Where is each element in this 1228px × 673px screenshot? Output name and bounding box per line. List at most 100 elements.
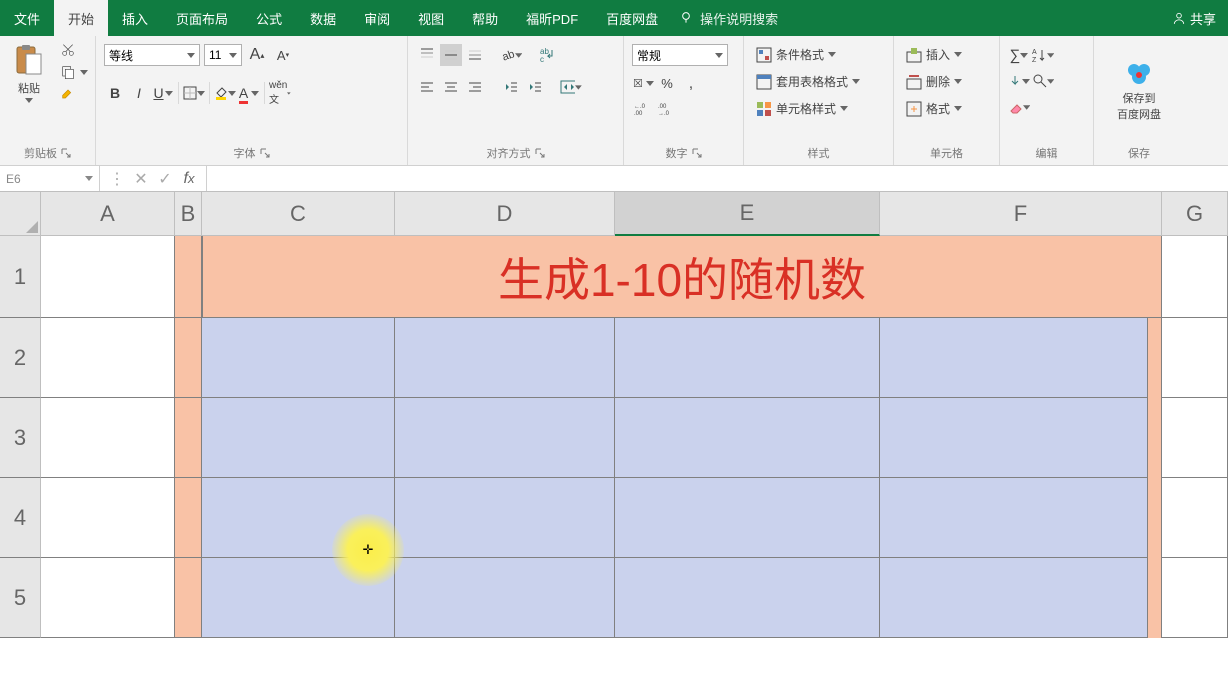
cell-A2[interactable] (41, 318, 175, 398)
cell-A3[interactable] (41, 398, 175, 478)
font-size-combo[interactable]: 11 (204, 44, 242, 66)
cell-B1[interactable] (175, 236, 202, 318)
menu-help[interactable]: 帮助 (458, 0, 512, 36)
borders-button[interactable] (183, 82, 205, 104)
underline-button[interactable]: U (152, 82, 174, 104)
cell-D2[interactable] (395, 318, 615, 398)
table-format-button[interactable]: 套用表格格式 (752, 71, 864, 92)
cell-A4[interactable] (41, 478, 175, 558)
cell-D5[interactable] (395, 558, 615, 638)
cell-E4[interactable] (615, 478, 880, 558)
select-all-button[interactable] (0, 192, 41, 236)
menu-data[interactable]: 数据 (296, 0, 350, 36)
cell-E5[interactable] (615, 558, 880, 638)
indent-increase-button[interactable] (524, 76, 546, 98)
align-right-button[interactable] (464, 76, 486, 98)
insert-cells-button[interactable]: 插入 (902, 44, 966, 65)
cell-G5[interactable] (1162, 558, 1228, 638)
col-header-D[interactable]: D (395, 192, 615, 236)
decrease-decimal-button[interactable]: .00→.0 (656, 98, 678, 120)
italic-button[interactable]: I (128, 82, 150, 104)
align-top-button[interactable] (416, 44, 438, 66)
menu-pagelayout[interactable]: 页面布局 (162, 0, 242, 36)
menu-formulas[interactable]: 公式 (242, 0, 296, 36)
cell-C2[interactable] (202, 318, 395, 398)
number-format-combo[interactable]: 常规 (632, 44, 728, 66)
sort-filter-button[interactable]: AZ (1032, 44, 1054, 66)
title-cell[interactable]: 生成1-10的随机数 (202, 236, 1162, 318)
conditional-format-button[interactable]: 条件格式 (752, 44, 840, 65)
menu-view[interactable]: 视图 (404, 0, 458, 36)
row-header-1[interactable]: 1 (0, 236, 41, 318)
menu-insert[interactable]: 插入 (108, 0, 162, 36)
cell-B3[interactable] (175, 398, 202, 478)
menu-file[interactable]: 文件 (0, 0, 54, 36)
wrap-text-button[interactable]: abc (536, 44, 558, 66)
col-header-A[interactable]: A (41, 192, 175, 236)
cell-G1[interactable] (1162, 236, 1228, 318)
cell-G3[interactable] (1162, 398, 1228, 478)
formula-input[interactable] (207, 166, 1228, 191)
comma-button[interactable]: , (680, 72, 702, 94)
align-left-button[interactable] (416, 76, 438, 98)
accept-formula-button[interactable]: ✓ (154, 169, 176, 189)
dialog-launcher-icon[interactable] (61, 148, 71, 158)
format-cells-button[interactable]: 格式 (902, 98, 966, 119)
menu-foxit[interactable]: 福昕PDF (512, 0, 592, 36)
copy-button[interactable] (56, 62, 92, 82)
cell-B2[interactable] (175, 318, 202, 398)
cell-style-button[interactable]: 单元格样式 (752, 98, 852, 119)
row-header-3[interactable]: 3 (0, 398, 41, 478)
increase-decimal-button[interactable]: ←.0.00 (632, 98, 654, 120)
cell-C3[interactable] (202, 398, 395, 478)
bold-button[interactable]: B (104, 82, 126, 104)
percent-button[interactable]: % (656, 72, 678, 94)
fill-color-button[interactable] (214, 82, 236, 104)
menu-review[interactable]: 审阅 (350, 0, 404, 36)
row-header-4[interactable]: 4 (0, 478, 41, 558)
share-button[interactable]: 共享 (1160, 9, 1228, 28)
cell-F5[interactable] (880, 558, 1162, 638)
menu-home[interactable]: 开始 (54, 0, 108, 36)
col-header-C[interactable]: C (202, 192, 395, 236)
paste-button[interactable]: 粘贴 (8, 40, 50, 107)
dialog-launcher-icon[interactable] (535, 148, 545, 158)
autosum-button[interactable]: ∑ (1008, 44, 1030, 66)
cell-E3[interactable] (615, 398, 880, 478)
fill-button[interactable] (1008, 70, 1030, 92)
cell-A1[interactable] (41, 236, 175, 318)
cell-F3[interactable] (880, 398, 1162, 478)
merge-center-button[interactable] (560, 76, 582, 98)
cell-F2[interactable] (880, 318, 1162, 398)
cut-button[interactable] (56, 40, 92, 60)
save-to-baidu-button[interactable]: 保存到 百度网盘 (1111, 56, 1167, 126)
dialog-launcher-icon[interactable] (260, 148, 270, 158)
row-header-5[interactable]: 5 (0, 558, 41, 638)
search-help-input[interactable]: 操作说明搜索 (700, 9, 778, 28)
col-header-F[interactable]: F (880, 192, 1162, 236)
fx-button[interactable]: fx (178, 169, 200, 189)
accounting-format-button[interactable]: ☒ (632, 72, 654, 94)
dialog-launcher-icon[interactable] (692, 148, 702, 158)
cell-B4[interactable] (175, 478, 202, 558)
decrease-font-button[interactable]: A▾ (272, 44, 294, 66)
cell-E2[interactable] (615, 318, 880, 398)
name-box[interactable]: E6 (0, 166, 100, 191)
col-header-E[interactable]: E (615, 192, 880, 236)
align-middle-button[interactable] (440, 44, 462, 66)
row-header-2[interactable]: 2 (0, 318, 41, 398)
cell-D3[interactable] (395, 398, 615, 478)
cancel-formula-button[interactable]: ✕ (130, 169, 152, 189)
phonetic-button[interactable]: wěn文 (269, 82, 291, 104)
col-header-G[interactable]: G (1162, 192, 1228, 236)
cell-D4[interactable] (395, 478, 615, 558)
delete-cells-button[interactable]: 删除 (902, 71, 966, 92)
orientation-button[interactable]: ab (500, 44, 522, 66)
increase-font-button[interactable]: A▴ (246, 44, 268, 66)
indent-decrease-button[interactable] (500, 76, 522, 98)
cell-F4[interactable] (880, 478, 1162, 558)
format-painter-button[interactable] (56, 84, 92, 104)
clear-button[interactable] (1008, 96, 1030, 118)
align-center-button[interactable] (440, 76, 462, 98)
align-bottom-button[interactable] (464, 44, 486, 66)
